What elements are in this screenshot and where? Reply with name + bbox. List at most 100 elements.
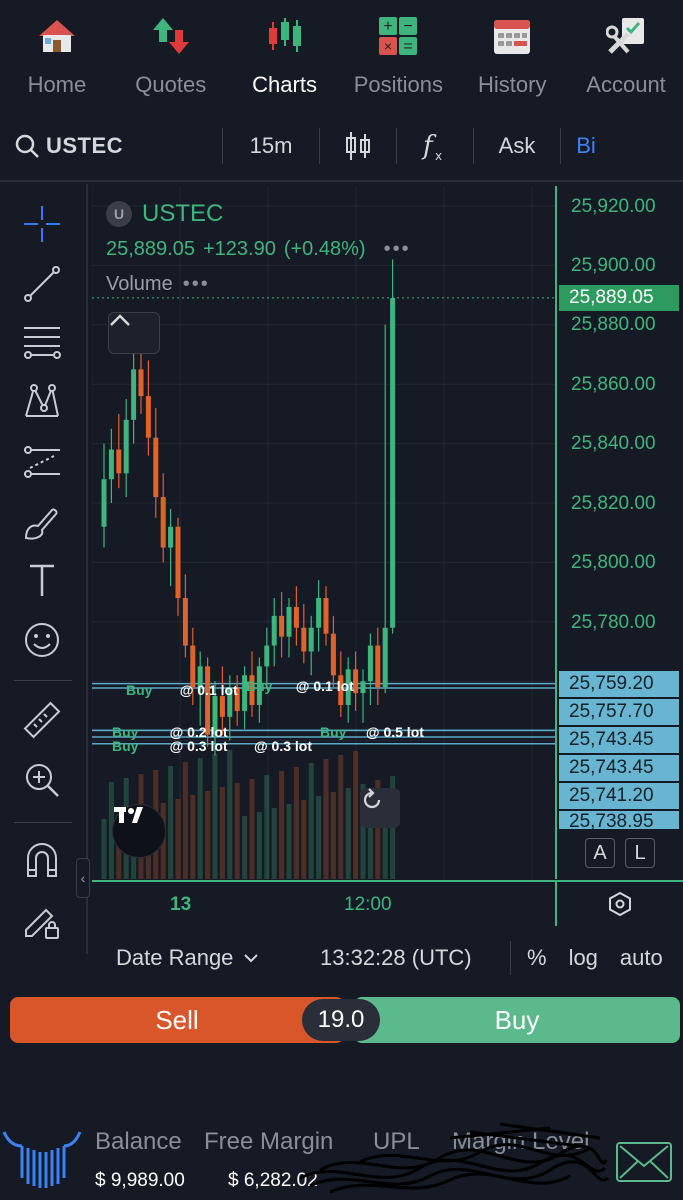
nav-home[interactable]: Home	[0, 0, 114, 112]
utc-clock[interactable]: 13:32:28 (UTC)	[320, 945, 510, 971]
legend-symbol[interactable]: USTEC	[142, 200, 223, 228]
chart-type-button[interactable]	[320, 130, 396, 162]
time-tick: 12:00	[344, 894, 392, 915]
percent-scale-toggle[interactable]: %	[527, 945, 547, 971]
indicators-button[interactable]: fx	[397, 130, 473, 162]
symbol-search[interactable]: USTEC	[0, 133, 222, 159]
nav-label: History	[478, 72, 547, 97]
time-axis[interactable]: 13 12:00	[92, 880, 555, 926]
crosshair-tool[interactable]	[16, 198, 68, 250]
horizontal-lines-icon	[24, 327, 61, 359]
volume-bar	[293, 767, 299, 879]
ruler-tool[interactable]	[16, 694, 68, 746]
pattern-icon	[25, 384, 59, 417]
zoom-tool[interactable]	[16, 754, 68, 806]
candle-body	[190, 645, 196, 688]
forecast-tool[interactable]	[16, 436, 68, 488]
calendar-icon	[492, 16, 532, 56]
legend-change: +123.90	[202, 238, 276, 260]
price-tick: 25,820.00	[571, 493, 656, 514]
volume-bar	[338, 755, 344, 879]
order-price-label: 25,757.70	[559, 699, 679, 725]
nav-charts[interactable]: Charts	[228, 0, 342, 112]
nav-account[interactable]: Account	[569, 0, 683, 112]
auto-scale-button[interactable]: A	[585, 838, 615, 868]
emoji-tool[interactable]	[16, 614, 68, 666]
trend-line-icon	[24, 266, 60, 302]
price-tick: 25,860.00	[571, 374, 656, 395]
ask-price-button[interactable]: Ask	[474, 133, 560, 159]
sell-button[interactable]: Sell	[10, 997, 344, 1043]
collapse-legend-button[interactable]	[108, 312, 160, 354]
candle-body	[271, 615, 277, 646]
drawing-tools-panel	[0, 184, 88, 954]
log-scale-toggle[interactable]: log	[569, 945, 598, 971]
chevron-left-icon: ‹	[80, 870, 86, 886]
balance-header: Balance	[95, 1128, 182, 1155]
lock-drawings-tool[interactable]	[16, 894, 68, 946]
volume-bar	[286, 804, 292, 879]
more-options-icon[interactable]: •••	[384, 238, 411, 261]
candle-body	[108, 449, 114, 480]
chart-legend: U USTEC 25,889.05 +123.90 (+0.48%) ••• V…	[106, 200, 411, 296]
nav-positions[interactable]: + − × = Positions	[341, 0, 455, 112]
more-options-icon[interactable]: •••	[183, 273, 210, 296]
nav-quotes[interactable]: Quotes	[114, 0, 228, 112]
trade-panel: Sell Buy 19.0	[10, 997, 680, 1043]
volume-bar	[249, 779, 255, 879]
legend-change-pct: (+0.48%)	[283, 238, 366, 260]
log-scale-button[interactable]: L	[625, 838, 655, 868]
candle-body	[101, 479, 107, 527]
messages-button[interactable]	[616, 1142, 672, 1182]
order-label[interactable]: @ 0.3 lot	[254, 738, 312, 754]
symbol-badge: U	[106, 201, 132, 227]
rotate-icon	[363, 788, 381, 809]
candle-body	[390, 298, 396, 628]
price-axis[interactable]: 25,920.00 25,900.00 25,880.00 25,860.00 …	[555, 186, 683, 879]
svg-text:+: +	[384, 18, 393, 35]
smiley-icon	[25, 623, 59, 657]
pattern-tool[interactable]	[16, 376, 68, 428]
order-label[interactable]: Buy @ 0.5 lot	[320, 724, 424, 740]
volume-bar	[353, 751, 359, 879]
auto-scale-toggle[interactable]: auto	[620, 945, 663, 971]
bid-price-button[interactable]: Bi	[561, 133, 611, 159]
quantity-input[interactable]: 19.0	[302, 999, 380, 1041]
order-price-label: 25,743.45	[559, 755, 679, 781]
volume-bar	[330, 792, 336, 879]
order-label[interactable]: Buy @ 0.3 lot	[112, 738, 228, 754]
brush-tool[interactable]	[16, 496, 68, 548]
chart-toolbar: USTEC 15m fx Ask Bi	[0, 112, 683, 182]
order-label[interactable]: Buy @ 0.1 lot	[126, 682, 238, 698]
text-tool[interactable]	[16, 554, 68, 606]
candle-body	[375, 645, 381, 688]
nav-label: Quotes	[135, 72, 207, 97]
tools-divider	[14, 822, 72, 823]
interval-button[interactable]: 15m	[223, 133, 319, 159]
brush-icon	[24, 508, 58, 540]
magnet-tool[interactable]	[16, 834, 68, 886]
zoom-in-icon	[26, 764, 59, 797]
candle-body	[382, 627, 388, 688]
fib-tool[interactable]	[16, 316, 68, 368]
tradingview-logo[interactable]	[112, 804, 166, 858]
price-chart[interactable]: U USTEC 25,889.05 +123.90 (+0.48%) ••• V…	[92, 186, 555, 879]
date-range-dropdown[interactable]: Date Range	[116, 945, 320, 971]
candle-body	[160, 497, 166, 548]
bottom-bar-divider	[510, 941, 511, 975]
volume-label[interactable]: Volume	[106, 273, 173, 296]
volume-bar	[190, 795, 196, 879]
bull-logo-icon	[2, 1131, 82, 1188]
chart-settings-button[interactable]	[555, 880, 683, 926]
candles-icon	[346, 132, 370, 160]
collapse-toolbar-button[interactable]: ‹	[76, 858, 90, 898]
settings-hexagon-icon	[609, 891, 631, 917]
trend-line-tool[interactable]	[16, 258, 68, 310]
buy-button[interactable]: Buy	[354, 997, 680, 1043]
reset-chart-button[interactable]	[360, 788, 400, 828]
volume-bar	[197, 758, 203, 879]
nav-history[interactable]: History	[455, 0, 569, 112]
volume-bar	[101, 819, 107, 879]
order-label[interactable]: Buy @ 0.1 lot	[246, 678, 354, 694]
candle-body	[138, 369, 144, 397]
